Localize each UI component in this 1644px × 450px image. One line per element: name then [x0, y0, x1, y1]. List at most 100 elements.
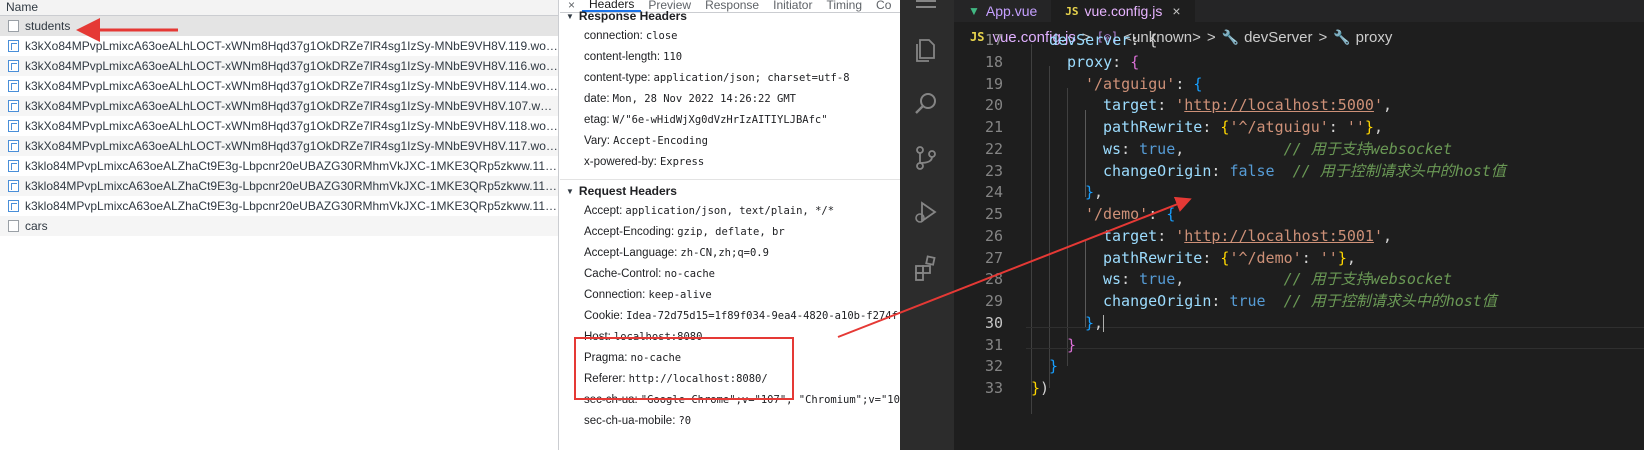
name-column-header[interactable]: Name	[0, 0, 558, 16]
code-line: 19 '/atguigu': {	[954, 74, 1644, 96]
code-token: : {	[1130, 31, 1158, 49]
header-value: keep-alive	[648, 289, 712, 301]
code-line: 17 devServer: {	[954, 30, 1644, 52]
header-value: gzip, deflate, br	[677, 226, 785, 238]
code-line: 31}	[954, 335, 1644, 357]
section-divider	[560, 179, 900, 180]
request-row-cars[interactable]: cars	[0, 216, 558, 236]
font-file-icon	[8, 160, 19, 172]
request-headers-toggle[interactable]: ▼ Request Headers	[560, 182, 900, 201]
code-line: 25 '/demo': {	[954, 204, 1644, 226]
request-row[interactable]: k3klo84MPvpLmixcA63oeALZhaCt9E3g-Lbpcnr2…	[0, 196, 558, 216]
header-key: Vary:	[584, 135, 610, 147]
header-row: connection: close	[560, 26, 900, 47]
menu-icon[interactable]	[912, 0, 940, 24]
tab-initiator[interactable]: Initiator	[766, 0, 819, 11]
header-value: no-cache	[630, 352, 682, 364]
code-line: 20 target: 'http://localhost:5000',	[954, 95, 1644, 117]
tab-response[interactable]: Response	[698, 0, 766, 11]
request-name: k3kXo84MPvpLmixcA63oeALhLOCT-xWNm8Hqd37g…	[25, 39, 558, 53]
code-token: changeOrigin	[1103, 161, 1212, 180]
js-file-icon: JS	[1065, 4, 1079, 18]
header-key: etag:	[584, 114, 610, 126]
close-tab-icon[interactable]: ×	[1172, 3, 1180, 19]
tab-vue-config-js[interactable]: JS vue.config.js ×	[1051, 0, 1195, 22]
run-debug-icon[interactable]	[912, 198, 940, 226]
code-token: changeOrigin	[1103, 292, 1212, 310]
request-name: k3klo84MPvpLmixcA63oeALZhaCt9E3g-Lbpcnr2…	[25, 159, 558, 173]
header-row: Connection: keep-alive	[560, 285, 900, 306]
request-row[interactable]: k3kXo84MPvpLmixcA63oeALhLOCT-xWNm8Hqd37g…	[0, 36, 558, 56]
font-file-icon	[8, 100, 19, 112]
tab-cookies[interactable]: Co	[869, 0, 898, 11]
request-rows: students k3kXo84MPvpLmixcA63oeALhLOCT-xW…	[0, 16, 558, 236]
code-token[interactable]: http://localhost:5001	[1184, 227, 1374, 245]
request-row[interactable]: k3kXo84MPvpLmixcA63oeALhLOCT-xWNm8Hqd37g…	[0, 76, 558, 96]
expand-triangle-icon: ▼	[566, 12, 574, 21]
text-cursor	[1103, 314, 1105, 332]
header-row: Vary: Accept-Encoding	[560, 131, 900, 152]
source-control-icon[interactable]	[912, 144, 940, 172]
header-key: x-powered-by:	[584, 156, 657, 168]
header-key: content-length:	[584, 51, 661, 63]
search-icon[interactable]	[912, 90, 940, 118]
header-key: Referer:	[584, 373, 626, 385]
request-name: cars	[25, 219, 48, 233]
header-key: Accept-Language:	[584, 247, 678, 259]
line-number: 30	[984, 313, 1003, 332]
code-token: ws	[1103, 139, 1122, 158]
code-comment: // 用于支持websocket	[1283, 270, 1452, 289]
request-name: k3kXo84MPvpLmixcA63oeALhLOCT-xWNm8Hqd37g…	[25, 99, 558, 113]
document-icon	[8, 220, 19, 232]
code-line-current: 30},	[954, 313, 1644, 335]
line-number: 20	[984, 96, 1003, 115]
code-token[interactable]: http://localhost:5000	[1184, 96, 1374, 114]
tab-timing[interactable]: Timing	[819, 0, 869, 11]
request-row[interactable]: k3kXo84MPvpLmixcA63oeALhLOCT-xWNm8Hqd37g…	[0, 116, 558, 136]
font-file-icon	[8, 120, 19, 132]
line-number: 25	[984, 205, 1003, 223]
line-number: 19	[984, 74, 1003, 93]
header-value: 110	[663, 51, 683, 63]
font-file-icon	[8, 180, 19, 192]
document-icon	[8, 20, 19, 32]
header-value: localhost:8080	[613, 331, 703, 343]
section-title: Response Headers	[578, 9, 687, 23]
activity-bar	[900, 0, 954, 450]
request-row[interactable]: k3kXo84MPvpLmixcA63oeALhLOCT-xWNm8Hqd37g…	[0, 56, 558, 76]
header-value: W/"6e-wHidWjXg0dVzHrIzAITIYLJBAfc"	[612, 114, 828, 126]
request-row-students[interactable]: students	[0, 16, 558, 36]
header-value: Accept-Encoding	[613, 135, 708, 147]
header-key: Cache-Control:	[584, 268, 662, 280]
response-headers-list: connection: close content-length: 110 co…	[560, 26, 900, 173]
header-row: content-length: 110	[560, 47, 900, 68]
code-line: 24},	[954, 182, 1644, 204]
explorer-icon[interactable]	[912, 36, 940, 64]
request-row[interactable]: k3klo84MPvpLmixcA63oeALZhaCt9E3g-Lbpcnr2…	[0, 156, 558, 176]
header-key: Host:	[584, 331, 611, 343]
header-value: ?0	[678, 415, 692, 427]
extensions-icon[interactable]	[912, 254, 940, 282]
header-row-host: Host: localhost:8080	[560, 327, 900, 348]
expand-triangle-icon: ▼	[566, 187, 574, 196]
font-file-icon	[8, 40, 19, 52]
code-editor[interactable]: 17 devServer: { 18 proxy: { 19 '/atguigu': …	[954, 31, 1644, 450]
header-row: etag: W/"6e-wHidWjXg0dVzHrIzAITIYLJBAfc"	[560, 110, 900, 131]
code-comment: // 用于支持websocket	[1283, 139, 1452, 158]
request-row[interactable]: k3kXo84MPvpLmixcA63oeALhLOCT-xWNm8Hqd37g…	[0, 96, 558, 116]
header-row: Cookie: Idea-72d75d15=1f89f034-9ea4-4820…	[560, 306, 900, 327]
header-key: Pragma:	[584, 352, 628, 364]
code-line: 28 ws: true, // 用于支持websocket	[954, 269, 1644, 291]
header-key: Accept-Encoding:	[584, 226, 675, 238]
line-number: 18	[984, 52, 1003, 71]
request-row[interactable]: k3klo84MPvpLmixcA63oeALZhaCt9E3g-Lbpcnr2…	[0, 176, 558, 196]
tab-app-vue[interactable]: ▼ App.vue	[954, 0, 1051, 22]
header-key: sec-ch-ua-mobile:	[584, 415, 676, 427]
code-token: '^/atguigu'	[1229, 118, 1329, 136]
header-value: zh-CN,zh;q=0.9	[680, 247, 769, 259]
request-row[interactable]: k3kXo84MPvpLmixcA63oeALhLOCT-xWNm8Hqd37g…	[0, 136, 558, 156]
line-number: 28	[984, 270, 1003, 289]
header-value: no-cache	[664, 268, 715, 280]
line-number: 26	[984, 226, 1003, 245]
line-number: 17	[984, 31, 1003, 49]
